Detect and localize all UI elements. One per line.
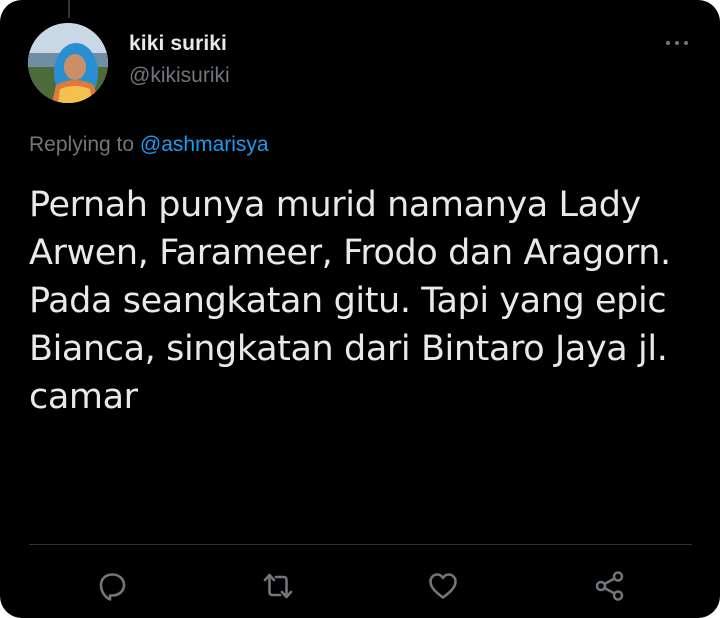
replying-to-line: Replying to @ashmarisya: [29, 133, 269, 157]
avatar[interactable]: [28, 23, 108, 103]
more-options-button[interactable]: [660, 30, 696, 54]
tweet-card: kiki suriki @kikisuriki Replying to @ash…: [0, 0, 720, 618]
reply-icon: [99, 573, 126, 601]
share-button[interactable]: [590, 566, 630, 606]
divider: [29, 544, 692, 545]
tweet-text: Pernah punya murid namanya Lady Arwen, F…: [29, 181, 689, 421]
author-handle[interactable]: @kikisuriki: [129, 64, 230, 88]
like-button[interactable]: [423, 566, 463, 606]
avatar-photo: [28, 23, 108, 103]
more-dot-icon: [684, 41, 688, 45]
more-dot-icon: [666, 41, 670, 45]
share-icon: [595, 571, 624, 601]
tweet-text-line: camar: [29, 377, 138, 417]
tweet-text-line: Pada seangkatan gitu. Tapi yang epic: [29, 281, 667, 321]
more-dot-icon: [675, 41, 679, 45]
replying-to-handle-link[interactable]: @ashmarisya: [140, 133, 269, 156]
replying-to-label: Replying to: [29, 133, 135, 156]
tweet-text-line: Arwen, Farameer, Frodo dan Aragorn.: [29, 233, 671, 273]
author-display-name[interactable]: kiki suriki: [129, 32, 227, 56]
retweet-icon: [263, 573, 293, 599]
retweet-button[interactable]: [258, 566, 298, 606]
tweet-text-line: Pernah punya murid namanya Lady: [29, 185, 641, 225]
tweet-text-line: Bianca, singkatan dari Bintaro Jaya jl.: [29, 329, 668, 369]
thread-connector-line: [68, 0, 70, 18]
heart-icon: [429, 573, 457, 599]
reply-button[interactable]: [92, 566, 132, 606]
